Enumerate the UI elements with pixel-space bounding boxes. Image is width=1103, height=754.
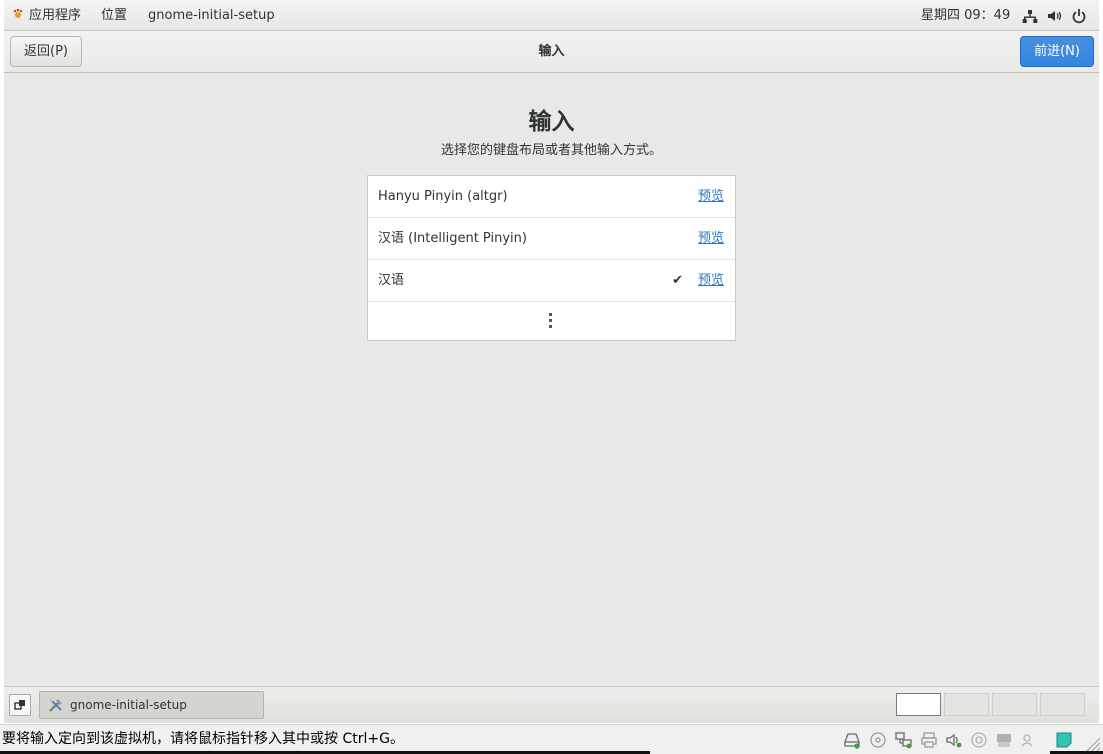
power-icon[interactable] [1071,8,1087,24]
page-heading: 输入 [528,109,575,135]
workspace-3[interactable] [992,693,1037,716]
input-source-label: 汉语 [378,273,405,288]
more-sources-button[interactable] [368,302,735,340]
host-status-bar: 要将输入定向到该虚拟机，请将鼠标指针移入其中或按 Ctrl+G。 [0,724,1103,754]
workspace-1[interactable] [896,693,941,716]
workspace-2[interactable] [944,693,989,716]
user-share-icon[interactable] [1020,731,1038,749]
sound-icon[interactable] [945,731,963,749]
applications-menu[interactable]: 应用程序 [12,0,81,30]
next-button[interactable]: 前进(N) [1020,36,1094,67]
preview-link[interactable]: 预览 [698,260,724,301]
hard-disk-icon[interactable] [843,731,861,749]
show-desktop-button[interactable] [9,694,31,716]
network-adapter-icon[interactable] [895,731,913,749]
preview-link[interactable]: 预览 [698,176,724,217]
clock-label: 星期四 09：49 [921,8,1011,23]
usb-device-icon[interactable] [995,731,1013,749]
input-source-row-selected[interactable]: 汉语 ✔ 预览 [368,260,735,302]
top-panel: 应用程序 位置 gnome-initial-setup 星期四 09：49 [4,0,1099,31]
show-desktop-icon [14,700,25,710]
camera-icon[interactable] [970,731,988,749]
back-button[interactable]: 返回(P) [10,36,82,67]
vm-screen[interactable]: 应用程序 位置 gnome-initial-setup 星期四 09：49 输入… [4,0,1099,723]
input-source-label: Hanyu Pinyin (altgr) [378,189,508,204]
volume-icon[interactable] [1046,8,1062,24]
input-source-row[interactable]: 汉语 (Intelligent Pinyin) 预览 [368,218,735,260]
header-bar: 输入 返回(P) 前进(N) [4,31,1099,73]
input-source-label: 汉语 (Intelligent Pinyin) [378,231,527,246]
resize-grip-icon[interactable] [1083,734,1101,752]
setup-tools-icon [49,698,62,712]
app-menu-label: gnome-initial-setup [148,8,275,23]
taskbar-window-button[interactable]: gnome-initial-setup [39,691,264,719]
printer-icon[interactable] [920,731,938,749]
taskbar-window-label: gnome-initial-setup [70,698,187,712]
optical-disc-icon[interactable] [869,731,887,749]
workspace-4[interactable] [1040,693,1085,716]
bottom-panel: gnome-initial-setup [4,686,1099,723]
applications-label: 应用程序 [29,8,82,23]
input-sources-list: Hanyu Pinyin (altgr) 预览 汉语 (Intelligent … [367,175,736,341]
gnome-foot-icon [13,8,23,18]
input-source-row[interactable]: Hanyu Pinyin (altgr) 预览 [368,176,735,218]
checkmark-icon: ✔ [672,273,683,288]
view-more-icon [549,313,552,329]
preview-link[interactable]: 预览 [698,218,724,259]
header-title: 输入 [538,44,565,59]
app-menu[interactable]: gnome-initial-setup [148,0,275,30]
host-status-message: 要将输入定向到该虚拟机，请将鼠标指针移入其中或按 Ctrl+G。 [2,731,404,747]
places-label: 位置 [101,8,128,23]
notes-icon[interactable] [1055,731,1073,749]
page-subtitle: 选择您的键盘布局或者其他输入方式。 [440,143,662,158]
network-icon[interactable] [1022,8,1038,24]
places-menu[interactable]: 位置 [101,0,127,30]
clock[interactable]: 星期四 09：49 [921,0,1010,30]
